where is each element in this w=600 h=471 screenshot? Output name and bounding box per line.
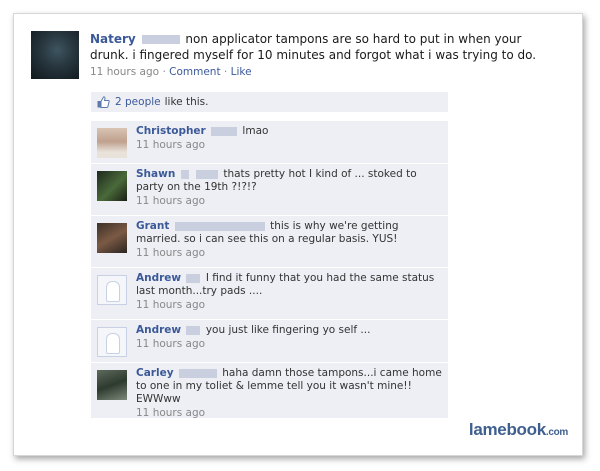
commenter-avatar[interactable] — [97, 171, 127, 201]
commenter-name[interactable]: Andrew — [136, 324, 181, 336]
comment-timestamp: 11 hours ago — [136, 299, 206, 311]
comment-item: Andrew you just like fingering yo self .… — [91, 319, 448, 362]
comment-item: Carley haha damn those tampons...i came … — [91, 362, 448, 420]
likes-bar: 2 people like this. — [91, 92, 448, 112]
comment-content: Andrew I find it funny that you had the … — [136, 272, 442, 312]
commenter-name[interactable]: Andrew — [136, 272, 181, 284]
comment-text: lmao — [242, 125, 269, 137]
commenter-avatar[interactable] — [97, 128, 127, 158]
comment-timestamp: 11 hours ago — [136, 139, 206, 151]
comment-content: Shawn thats pretty hot I kind of ... sto… — [136, 168, 442, 208]
redacted-surname — [180, 169, 189, 179]
comment-timestamp: 11 hours ago — [136, 338, 206, 350]
comment-timestamp: 11 hours ago — [136, 407, 206, 419]
redacted-surname — [186, 325, 201, 335]
comment-link[interactable]: Comment — [169, 66, 220, 78]
commenter-name[interactable]: Carley — [136, 367, 174, 379]
default-avatar-icon[interactable] — [97, 275, 127, 305]
redacted-surname — [211, 126, 238, 136]
commenter-name[interactable]: Shawn — [136, 168, 175, 180]
post-author-link[interactable]: Natery — [90, 32, 136, 46]
redacted-surname — [178, 368, 217, 378]
comment-content: Carley haha damn those tampons...i came … — [136, 367, 442, 420]
poster-avatar[interactable] — [31, 31, 79, 79]
comment-text: I find it funny that you had the same st… — [136, 272, 435, 297]
meta-separator: · — [162, 66, 166, 78]
commenter-name[interactable]: Christopher — [136, 125, 206, 137]
redacted-surname — [174, 221, 265, 231]
watermark-brand: lamebook — [468, 420, 546, 439]
thumbs-up-icon — [97, 96, 110, 108]
comment-text: you just like fingering yo self ... — [205, 324, 371, 336]
status-post: Natery non applicator tampons are so har… — [90, 31, 560, 80]
likes-suffix: like this. — [164, 96, 209, 108]
lamebook-watermark: lamebook.com — [469, 420, 568, 440]
comment-content: Andrew you just like fingering yo self .… — [136, 324, 442, 351]
commenter-name[interactable]: Grant — [136, 220, 169, 232]
comment-item: Grant this is why we're getting married.… — [91, 215, 448, 267]
redacted-surname — [196, 169, 218, 179]
comment-content: Christopher lmao 11 hours ago — [136, 125, 442, 152]
post-meta: 11 hours ago · Comment · Like — [90, 64, 560, 80]
comment-item: Shawn thats pretty hot I kind of ... sto… — [91, 163, 448, 215]
commenter-avatar[interactable] — [97, 370, 127, 400]
comment-timestamp: 11 hours ago — [136, 247, 206, 259]
redacted-surname — [141, 35, 180, 44]
redacted-surname — [186, 273, 201, 283]
meta-separator: · — [223, 66, 228, 78]
post-timestamp: 11 hours ago — [90, 66, 160, 78]
like-link[interactable]: Like — [231, 66, 252, 78]
default-avatar-icon[interactable] — [97, 327, 127, 357]
comment-content: Grant this is why we're getting married.… — [136, 220, 442, 260]
comment-item: Christopher lmao 11 hours ago — [91, 120, 448, 163]
commenter-avatar[interactable] — [97, 223, 127, 253]
watermark-domain: .com — [545, 427, 568, 438]
likers-link[interactable]: 2 people — [115, 96, 161, 108]
comment-text: thats pretty hot I kind of ... stoked to… — [136, 168, 417, 193]
comment-item: Andrew I find it funny that you had the … — [91, 267, 448, 319]
comment-timestamp: 11 hours ago — [136, 195, 206, 207]
